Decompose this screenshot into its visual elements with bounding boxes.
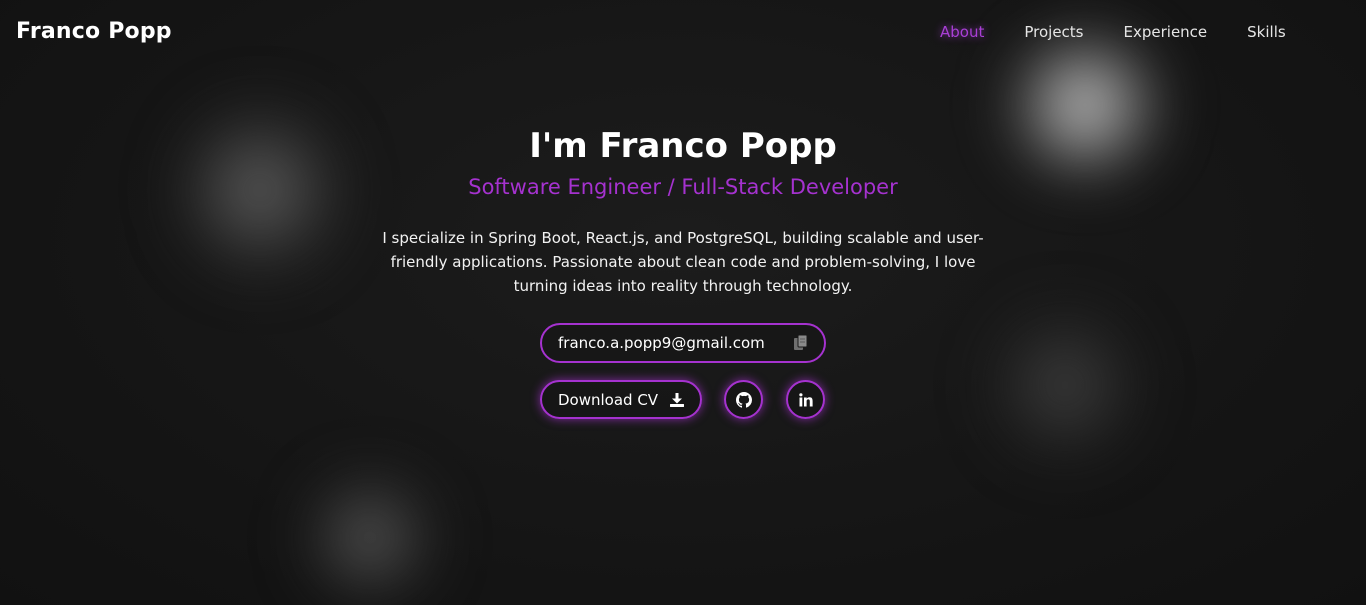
nav-item-about[interactable]: About — [940, 23, 984, 41]
hero-title: I'm Franco Popp — [529, 126, 837, 166]
download-cv-label: Download CV — [558, 390, 659, 409]
hero-description: I specialize in Spring Boot, React.js, a… — [382, 229, 984, 295]
github-button[interactable] — [724, 380, 763, 419]
nav-item-projects[interactable]: Projects — [1024, 23, 1083, 41]
copy-icon[interactable] — [794, 335, 808, 351]
download-cv-button[interactable]: Download CV — [540, 380, 702, 419]
email-text: franco.a.popp9@gmail.com — [558, 334, 765, 352]
download-icon — [670, 392, 684, 407]
github-icon — [735, 391, 752, 408]
linkedin-icon — [798, 392, 813, 407]
nav-item-experience[interactable]: Experience — [1124, 23, 1208, 41]
background-glow — [990, 300, 1140, 470]
page: Franco Popp About Projects Experience Sk… — [0, 0, 1366, 605]
email-copy-button[interactable]: franco.a.popp9@gmail.com — [540, 323, 826, 363]
hero-subtitle: Software Engineer / Full-Stack Developer — [468, 175, 898, 199]
hero-section: I'm Franco Popp Software Engineer / Full… — [0, 124, 1366, 298]
background-glow — [300, 470, 440, 605]
main-nav: About Projects Experience Skills — [940, 23, 1326, 41]
linkedin-button[interactable] — [786, 380, 825, 419]
nav-item-skills[interactable]: Skills — [1247, 23, 1286, 41]
brand-logo[interactable]: Franco Popp — [16, 19, 172, 44]
